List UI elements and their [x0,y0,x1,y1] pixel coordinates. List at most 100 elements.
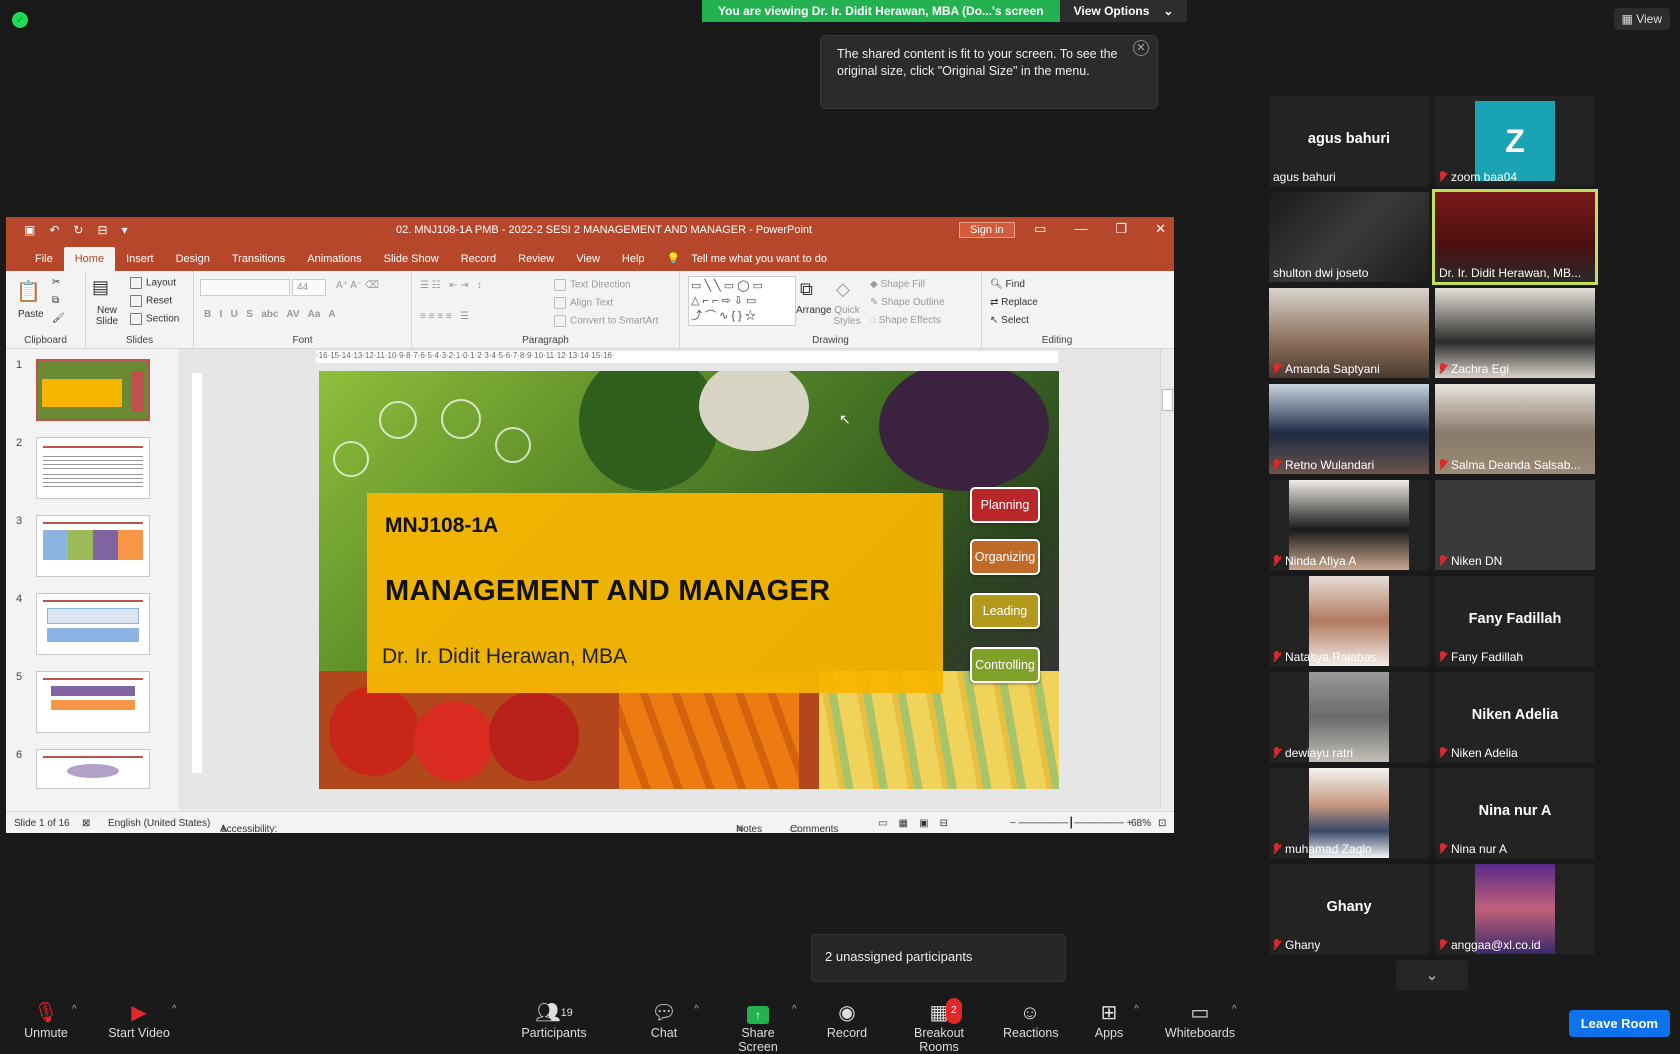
apps-caret-icon[interactable]: ^ [1134,1004,1139,1015]
font-size-input[interactable]: 44 [292,279,326,296]
reset-button[interactable]: Reset [130,295,172,307]
vertical-scrollbar[interactable] [1160,349,1174,810]
organizing-box[interactable]: Organizing [970,539,1040,575]
tab-slide-show[interactable]: Slide Show [373,247,450,271]
spell-check-icon[interactable]: ⊠ [82,818,90,829]
tab-record[interactable]: Record [450,247,507,271]
layout-button[interactable]: Layout [130,277,176,289]
leading-box[interactable]: Leading [970,593,1040,629]
section-button[interactable]: Section [130,313,179,325]
maximize-icon[interactable]: ❐ [1115,221,1127,237]
participant-tile[interactable]: anggaa@xl.co.id [1435,864,1595,954]
shape-outline-button[interactable]: ✎ Shape Outline [870,297,945,308]
whiteboards-caret-icon[interactable]: ^ [1232,1004,1237,1015]
participant-tile[interactable]: muhamad Zaqlo [1269,768,1429,858]
participant-tile[interactable]: Zachra Egi [1435,288,1595,378]
unassigned-participants-popup[interactable]: 2 unassigned participants [811,934,1066,982]
tab-animations[interactable]: Animations [296,247,372,271]
whiteboards-button[interactable]: ▭ Whiteboards [1164,1000,1236,1040]
tab-insert[interactable]: Insert [115,247,165,271]
view-mode-icons[interactable]: ▭ ▦ ▣ ⊟ [878,818,948,829]
convert-smartart-button[interactable]: Convert to SmartArt [554,315,658,327]
record-button[interactable]: ◉ Record [826,1000,868,1040]
participant-tile[interactable]: shulton dwi joseto [1269,192,1429,282]
chat-button[interactable]: 💬︎ Chat [648,1000,680,1040]
share-caret-icon[interactable]: ^ [792,1004,797,1015]
reactions-button[interactable]: ☺ Reactions [1003,1000,1059,1040]
course-code[interactable]: MNJ108-1A [385,514,498,538]
participant-tile[interactable]: Retno Wulandari [1269,384,1429,474]
participant-tile[interactable]: agus bahuri agus bahuri [1269,96,1429,186]
paste-button[interactable]: Paste [18,309,44,320]
participant-tile[interactable]: Ghany Ghany [1269,864,1429,954]
slide-thumbnail-4[interactable] [36,593,150,655]
tab-home[interactable]: Home [63,247,116,271]
minimize-icon[interactable]: — [1074,221,1087,237]
participant-tile[interactable]: Natasya Rajabas [1269,576,1429,666]
ribbon-display-icon[interactable]: ▭ [1034,221,1046,237]
leave-room-button[interactable]: Leave Room [1568,1010,1670,1037]
align-text-button[interactable]: Align Text [554,297,613,309]
format-painter-icon[interactable]: 🖌 [52,313,65,324]
new-slide-button[interactable]: New Slide [92,305,122,327]
participant-tile[interactable]: Nina nur A Nina nur A [1435,768,1595,858]
arrange-button[interactable]: Arrange [796,305,832,316]
security-shield-icon[interactable]: ✔ [12,12,28,28]
participant-tile[interactable]: Z zoom baa04 [1435,96,1595,186]
language-status[interactable]: English (United States) [108,818,210,829]
list-icons[interactable]: ☰ ☷ ⇤ ⇥ ↕ [420,280,482,291]
slide-title[interactable]: MANAGEMENT AND MANAGER [385,575,830,608]
active-speaker-tile[interactable]: Dr. Ir. Didit Herawan, MB... [1432,189,1598,285]
participant-tile[interactable]: Fany Fadillah Fany Fadillah [1435,576,1595,666]
text-direction-button[interactable]: Text Direction [554,279,631,291]
view-button[interactable]: ▦ View [1613,8,1670,30]
tab-help[interactable]: Help [611,247,656,271]
zoom-slider[interactable]: − ───────┃─────── + [1010,818,1132,829]
quick-styles-button[interactable]: Quick Styles [832,305,862,327]
audio-options-caret-icon[interactable]: ^ [72,1004,77,1015]
participant-tile[interactable]: Niken Adelia Niken Adelia [1435,672,1595,762]
close-window-icon[interactable]: ✕ [1155,221,1166,237]
replace-button[interactable]: ⇄ Replace [990,297,1038,308]
gallery-next-page-button[interactable]: ⌄ [1396,960,1468,990]
grow-font-icon[interactable]: A⁺ A⁻ ⌫ [336,280,379,291]
arrange-icon[interactable]: ⧉ [800,279,813,300]
text-format-icons[interactable]: B I U S abc AV Aa A [204,309,336,320]
tab-transitions[interactable]: Transitions [221,247,296,271]
start-video-button[interactable]: ▶︎ Start Video [104,1000,174,1040]
slide-thumbnail-3[interactable] [36,515,150,577]
slide-thumbnail-6[interactable] [36,749,150,789]
zoom-level[interactable]: 68% [1131,818,1151,829]
shape-effects-button[interactable]: ◌ Shape Effects [870,315,941,326]
slide-thumbnail-2[interactable] [36,437,150,499]
tell-me-search[interactable]: Tell me what you want to do [691,247,838,271]
shapes-gallery[interactable]: ▭ ╲ ╲ ▭ ◯ ▭ △ ⌐ ⌐ ⇨ ⇩ ▭ ⤴ ⌒ ∿ { } ☆ [688,276,796,326]
paste-icon[interactable]: 📋 [16,279,41,304]
participants-button[interactable]: 👥︎19 Participants [520,1000,588,1040]
chat-caret-icon[interactable]: ^ [694,1004,699,1015]
participant-tile[interactable]: dewiayu ratri [1269,672,1429,762]
tab-file[interactable]: File [24,247,64,271]
slide-editor[interactable]: ·16·15·14·13·12·11·10·9·8·7·6·5·4·3·2·1·… [178,349,1174,810]
controlling-box[interactable]: Controlling [970,647,1040,683]
quick-styles-icon[interactable]: ◇ [836,279,850,300]
redo-icon[interactable]: ↻ [73,223,83,237]
shape-fill-button[interactable]: ◆ Shape Fill [870,279,925,290]
save-icon[interactable]: ▣ [24,223,35,237]
copy-icon[interactable]: ⧉ [52,295,59,306]
tab-design[interactable]: Design [165,247,221,271]
video-options-caret-icon[interactable]: ^ [172,1004,177,1015]
participant-tile[interactable]: Ninda Afiya A [1269,480,1429,570]
participant-tile[interactable]: Salma Deanda Salsab... [1435,384,1595,474]
align-icons[interactable]: ≡ ≡ ≡ ≡ ☰ [420,311,469,322]
unmute-button[interactable]: 🎙︎ Unmute [24,1000,68,1040]
start-from-beginning-icon[interactable]: ⊟ [97,223,107,237]
slide-author[interactable]: Dr. Ir. Didit Herawan, MBA [382,645,627,669]
tab-review[interactable]: Review [507,247,565,271]
planning-box[interactable]: Planning [970,487,1040,523]
breakout-rooms-button[interactable]: ▦ 2 Breakout Rooms [894,998,984,1054]
customize-toolbar-icon[interactable]: ▾ [122,223,128,237]
tab-view[interactable]: View [565,247,611,271]
font-name-input[interactable] [200,279,290,296]
fit-slide-icon[interactable]: ⊡ [1158,818,1166,829]
